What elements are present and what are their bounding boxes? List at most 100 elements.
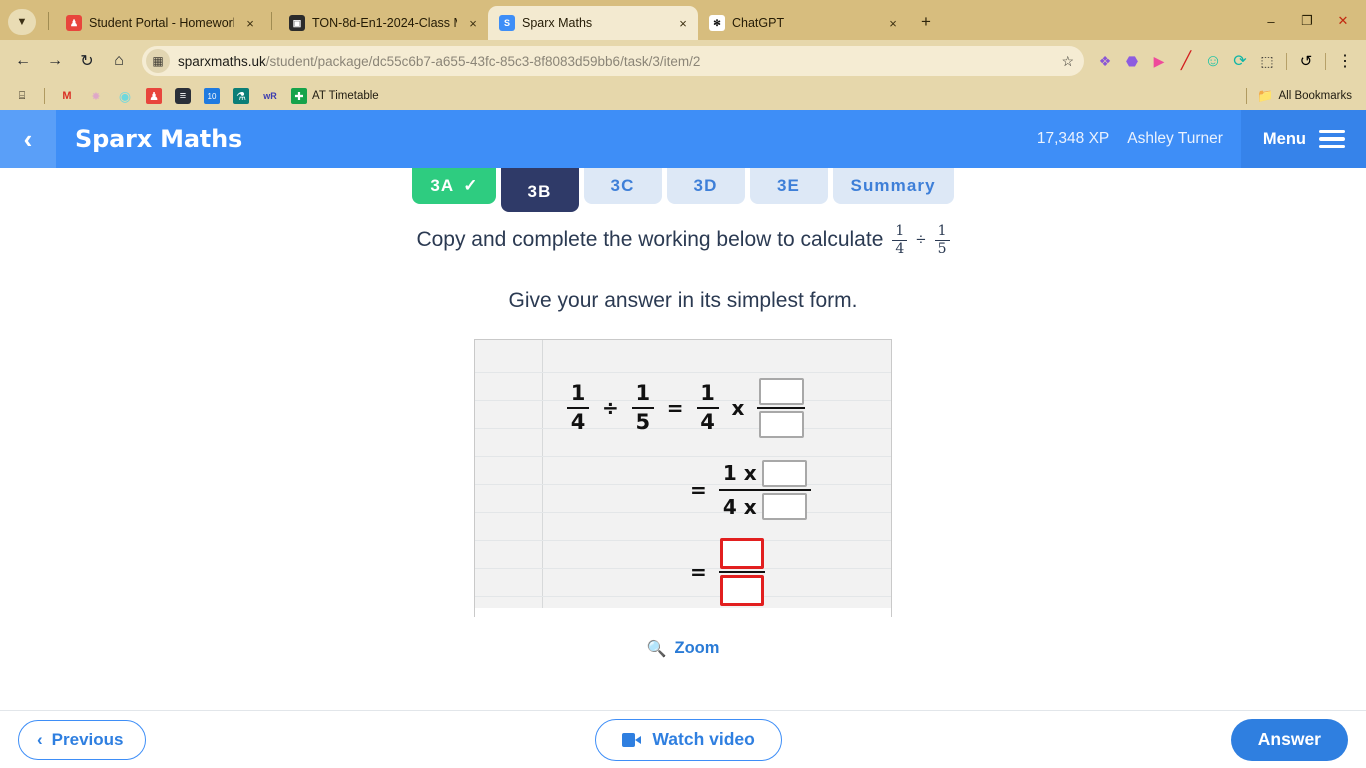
address-bar[interactable]: ▦ sparxmaths.uk/student/package/dc55c6b7… — [142, 46, 1084, 76]
gmail-icon: M — [62, 90, 72, 102]
url-domain: sparxmaths.uk — [178, 53, 266, 69]
magnifier-plus-icon: 🔍 — [646, 640, 667, 658]
close-icon[interactable]: × — [884, 14, 902, 32]
close-icon[interactable]: × — [674, 14, 692, 32]
task-tab-3d[interactable]: 3D — [666, 168, 745, 204]
bottom-navigation-bar: ‹ Previous Watch video Answer — [0, 710, 1366, 768]
back-icon[interactable]: ← — [8, 46, 38, 76]
fraction-bar — [757, 406, 806, 410]
task-tab-3c[interactable]: 3C — [583, 168, 662, 204]
minimize-icon[interactable]: – — [1254, 8, 1288, 34]
new-tab-button[interactable]: + — [912, 8, 940, 36]
input-box-line1-denominator[interactable] — [758, 411, 804, 439]
close-icon[interactable]: × — [241, 14, 259, 32]
user-name[interactable]: Ashley Turner — [1121, 130, 1241, 148]
working-line-3: = — [690, 537, 765, 607]
close-icon[interactable]: × — [464, 14, 482, 32]
fraction-bar — [696, 406, 719, 410]
purple-shield-extension-icon[interactable]: ⬣ — [1119, 48, 1145, 74]
task-tab-label: 3A — [430, 176, 455, 195]
apps-grid-button[interactable]: ⌸ — [9, 85, 35, 107]
sparx-s-icon: S — [499, 15, 515, 31]
pink-play-extension-icon[interactable]: ▶ — [1146, 48, 1172, 74]
paper-rule — [475, 455, 891, 457]
address-bar-url: sparxmaths.uk/student/package/dc55c6b7-a… — [178, 54, 1049, 69]
task-tab-bar: 3A ✓ 3B 3C 3D 3E Summary — [0, 168, 1366, 212]
answer-input-denominator[interactable] — [719, 575, 764, 607]
equals-icon: = — [690, 560, 707, 585]
check-icon: ✓ — [463, 176, 478, 195]
browser-tab-0[interactable]: ♟ Student Portal - Homework × — [55, 6, 265, 40]
bookmark-wr[interactable]: wR — [257, 85, 283, 107]
green-smiley-extension-icon[interactable]: ☺ — [1200, 48, 1226, 74]
puzzle-extensions-icon[interactable]: ⬚ — [1254, 48, 1280, 74]
answer-input-numerator[interactable] — [719, 537, 764, 569]
reload-icon[interactable]: ↻ — [72, 46, 102, 76]
denominator-prefix: 4 x — [722, 494, 757, 519]
previous-button[interactable]: ‹ Previous — [18, 719, 147, 760]
tab-search-caret-icon[interactable]: ▼ — [8, 9, 36, 35]
site-info-icon[interactable]: ▦ — [146, 49, 170, 73]
teal-loop-extension-icon[interactable]: ⟳ — [1227, 48, 1253, 74]
hamburger-icon — [1319, 129, 1345, 149]
task-tab-3e[interactable]: 3E — [749, 168, 828, 204]
app-back-button[interactable]: ‹ — [0, 110, 56, 168]
previous-label: Previous — [51, 729, 124, 749]
denominator-expression: 4 x — [722, 493, 807, 521]
folder-icon: 📁 — [1257, 88, 1274, 103]
browser-menu-icon[interactable]: ⋮ — [1332, 48, 1358, 74]
bookmark-slack[interactable]: ✸ — [83, 85, 109, 107]
extensions-row: ❖ ⬣ ▶ ╱ ☺ ⟳ ⬚ ↺ ⋮ — [1092, 48, 1358, 74]
history-icon[interactable]: ↺ — [1293, 48, 1319, 74]
paper-rule — [475, 371, 891, 373]
task-tab-summary[interactable]: Summary — [832, 168, 954, 204]
browser-tab-1[interactable]: ▣ TON-8d-En1-2024-Class Ms Mi × — [278, 6, 488, 40]
all-bookmarks-button[interactable]: 📁 All Bookmarks — [1253, 85, 1358, 107]
bookmark-flask[interactable]: ⚗ — [228, 85, 254, 107]
red-pen-extension-icon[interactable]: ╱ — [1173, 48, 1199, 74]
task-tab-label: 3E — [777, 176, 800, 195]
input-box-line2-numerator[interactable] — [761, 459, 807, 487]
input-box-line1-numerator[interactable] — [758, 377, 804, 405]
chevron-down-icon: ▼ — [16, 16, 28, 28]
page-title: Sparx Maths — [75, 125, 243, 153]
openai-icon: ✻ — [709, 15, 725, 31]
bookmark-calendar[interactable]: 10 — [199, 85, 225, 107]
maximize-icon[interactable]: ❐ — [1290, 8, 1324, 34]
task-tab-3b[interactable]: 3B — [500, 168, 579, 212]
bookmarks-divider — [44, 88, 45, 104]
divide-icon: ÷ — [916, 230, 926, 250]
bookmark-database[interactable]: ≡ — [170, 85, 196, 107]
forward-icon[interactable]: → — [40, 46, 70, 76]
browser-tab-2-active[interactable]: S Sparx Maths × — [488, 6, 698, 40]
read-write-extension-icon[interactable]: ❖ — [1092, 48, 1118, 74]
browser-tab-3[interactable]: ✻ ChatGPT × — [698, 6, 908, 40]
at-timetable-icon: ✚ — [291, 88, 307, 104]
fraction-denominator: 4 — [700, 410, 715, 435]
window-close-icon[interactable]: ✕ — [1326, 8, 1360, 34]
bookmark-star-icon[interactable]: ☆ — [1057, 53, 1074, 70]
answer-button[interactable]: Answer — [1230, 718, 1348, 761]
working-line-1: 1 4 ÷ 1 5 = 1 4 x — [567, 377, 806, 439]
bookmark-gmail[interactable]: M — [54, 85, 80, 107]
menu-button[interactable]: Menu — [1240, 110, 1366, 168]
fraction-numerator: 1 — [570, 380, 586, 405]
tabstrip-divider — [271, 12, 272, 30]
product-blank-fraction: 1 x 4 x — [718, 459, 811, 521]
input-box-line2-denominator[interactable] — [761, 493, 807, 521]
menu-label: Menu — [1262, 129, 1306, 148]
bookmark-people[interactable]: ♟ — [141, 85, 167, 107]
people-icon: ♟ — [66, 15, 82, 31]
zoom-button[interactable]: 🔍 Zoom — [0, 639, 1366, 659]
paper-rule — [475, 539, 891, 541]
watch-video-button[interactable]: Watch video — [595, 718, 782, 761]
toolbar-divider — [1286, 52, 1287, 70]
answer-blank-fraction — [718, 537, 765, 607]
fraction-bar — [631, 406, 654, 410]
bookmark-at-timetable[interactable]: ✚ AT Timetable — [286, 85, 384, 107]
bookmark-chat[interactable]: ◉ — [112, 85, 138, 107]
chat-bubble-icon: ◉ — [118, 87, 132, 104]
tab-title: Student Portal - Homework — [89, 16, 234, 30]
task-tab-3a[interactable]: 3A ✓ — [412, 168, 496, 204]
home-icon[interactable]: ⌂ — [104, 46, 134, 76]
